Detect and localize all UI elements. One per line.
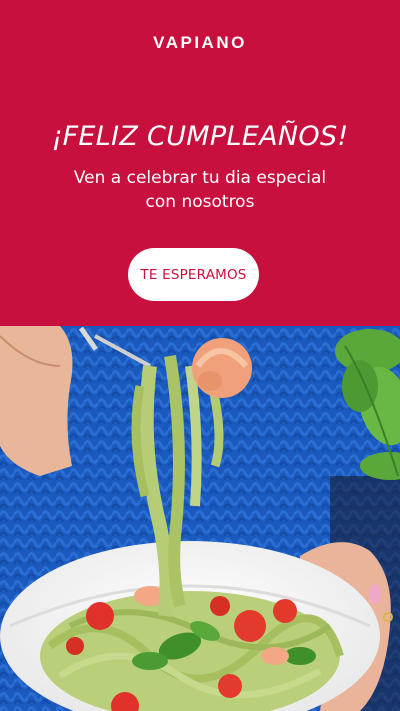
headline: ¡FELIZ CUMPLEAÑOS!	[51, 121, 349, 152]
subheadline: Ven a celebrar tu dia especial con nosot…	[40, 166, 360, 214]
pasta-photo	[0, 326, 400, 711]
pasta-bowl-illustration	[0, 326, 400, 711]
te-esperamos-button[interactable]: TE ESPERAMOS	[128, 248, 259, 301]
hero-banner: VAPIANO ¡FELIZ CUMPLEAÑOS! Ven a celebra…	[0, 0, 400, 326]
subheadline-line-1: Ven a celebrar tu dia especial	[73, 168, 327, 188]
shrimp	[192, 338, 252, 398]
vapiano-logo[interactable]: VAPIANO	[0, 33, 400, 53]
subheadline-line-2: con nosotros	[145, 192, 255, 212]
birthday-email: VAPIANO ¡FELIZ CUMPLEAÑOS! Ven a celebra…	[0, 0, 400, 711]
